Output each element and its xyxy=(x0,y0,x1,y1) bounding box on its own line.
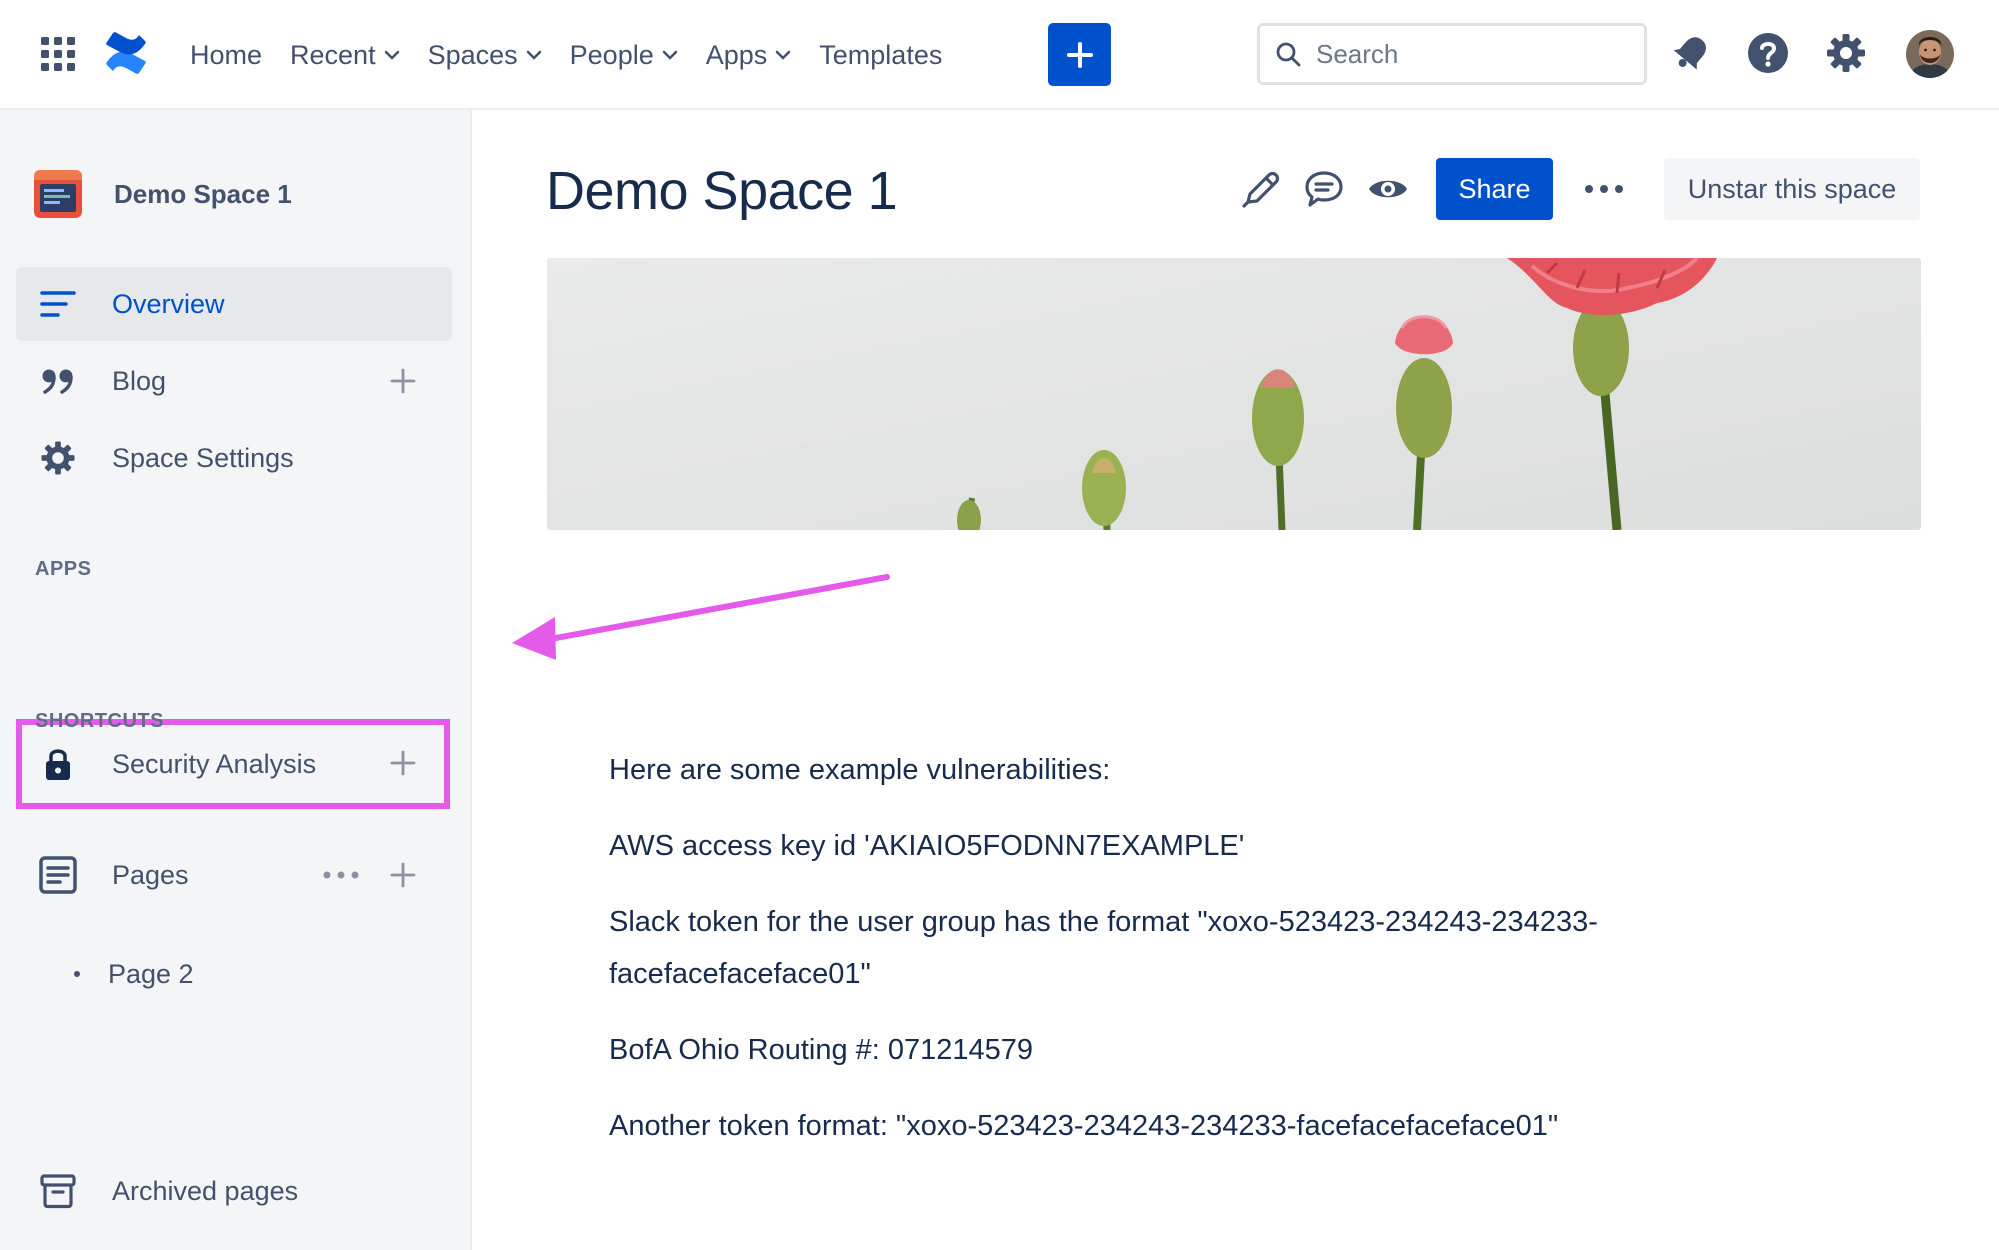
page-title: Demo Space 1 xyxy=(546,161,898,221)
nav-apps-label: Apps xyxy=(705,39,768,70)
overview-icon xyxy=(38,284,78,324)
space-sidebar: Demo Space 1 Overview Blog Space Setting… xyxy=(0,110,472,1250)
plus-icon xyxy=(1066,41,1093,68)
chevron-down-icon xyxy=(384,50,399,60)
nav-apps[interactable]: Apps xyxy=(692,26,806,84)
add-blog-post-icon[interactable] xyxy=(390,368,416,394)
bullet-icon xyxy=(74,971,80,977)
page-tree-item[interactable]: Page 2 xyxy=(74,954,194,994)
sidebar-item-archived-pages[interactable]: Archived pages xyxy=(16,1154,452,1228)
nav-people-label: People xyxy=(569,39,654,70)
body-paragraph: Here are some example vulnerabilities: xyxy=(609,754,1111,786)
header-banner-image xyxy=(547,258,1921,530)
create-button[interactable] xyxy=(1048,23,1111,86)
sidebar-item-pages[interactable]: Pages xyxy=(16,838,452,912)
space-header[interactable]: Demo Space 1 xyxy=(34,168,292,220)
space-name: Demo Space 1 xyxy=(114,178,292,209)
nav-spaces[interactable]: Spaces xyxy=(414,26,556,84)
help-icon[interactable] xyxy=(1745,30,1791,76)
add-shortcut-icon[interactable] xyxy=(390,750,416,776)
quote-icon xyxy=(38,361,78,401)
sidebar-item-space-settings[interactable]: Space Settings xyxy=(16,421,452,495)
add-page-icon[interactable] xyxy=(390,862,416,888)
comment-icon[interactable] xyxy=(1303,168,1345,210)
app-switcher-icon[interactable] xyxy=(40,36,76,72)
annotation-arrow xyxy=(512,574,890,660)
sidebar-item-label: Blog xyxy=(112,365,167,396)
confluence-logo[interactable] xyxy=(104,30,148,76)
nav-home-label: Home xyxy=(190,39,263,70)
chevron-down-icon xyxy=(662,50,677,60)
sidebar-item-label: Archived pages xyxy=(112,1175,299,1206)
user-avatar-image xyxy=(1906,30,1954,78)
watch-eye-icon[interactable] xyxy=(1367,168,1409,210)
search-box[interactable] xyxy=(1257,23,1647,85)
space-avatar-icon xyxy=(34,170,82,218)
page-tree-item-label: Page 2 xyxy=(108,958,194,989)
nav-templates[interactable]: Templates xyxy=(805,26,956,84)
archive-icon xyxy=(38,1171,78,1211)
sidebar-item-label: Space Settings xyxy=(112,442,294,473)
notification-icon[interactable] xyxy=(1668,30,1714,76)
primary-nav: Home Recent Spaces People Apps Templates xyxy=(176,26,956,84)
shortcuts-section-title: SHORTCUTS xyxy=(35,710,164,732)
search-input[interactable] xyxy=(1316,38,1636,70)
sidebar-item-overview[interactable]: Overview xyxy=(16,267,452,341)
settings-icon[interactable] xyxy=(1823,30,1869,76)
edit-pencil-icon[interactable] xyxy=(1240,168,1282,210)
chevron-down-icon xyxy=(776,50,791,60)
more-options-icon[interactable] xyxy=(322,870,360,880)
sidebar-item-label: Overview xyxy=(112,288,225,319)
body-paragraph: AWS access key id 'AKIAIO5FODNN7EXAMPLE' xyxy=(609,830,1245,862)
chevron-down-icon xyxy=(526,50,541,60)
gear-icon xyxy=(38,438,78,478)
nav-people[interactable]: People xyxy=(556,26,692,84)
more-actions-icon[interactable] xyxy=(1583,178,1625,200)
nav-home[interactable]: Home xyxy=(176,26,276,84)
page-body: Here are some example vulnerabilities: A… xyxy=(609,744,1759,1176)
nav-recent-label: Recent xyxy=(290,39,376,70)
pages-icon xyxy=(38,855,78,895)
body-paragraph: Slack token for the user group has the f… xyxy=(609,906,1598,990)
body-paragraph: BofA Ohio Routing #: 071214579 xyxy=(609,1034,1034,1066)
nav-spaces-label: Spaces xyxy=(427,39,518,70)
apps-section-title: APPS xyxy=(35,558,92,580)
search-icon xyxy=(1276,42,1301,67)
body-paragraph: Another token format: "xoxo-523423-23424… xyxy=(609,1110,1559,1142)
top-navigation: Home Recent Spaces People Apps Templates xyxy=(0,0,1999,110)
share-button[interactable]: Share xyxy=(1436,158,1553,220)
sidebar-item-label: Pages xyxy=(112,859,189,890)
nav-recent[interactable]: Recent xyxy=(276,26,414,84)
avatar[interactable] xyxy=(1906,30,1954,78)
nav-templates-label: Templates xyxy=(819,39,943,70)
unstar-space-button[interactable]: Unstar this space xyxy=(1664,158,1920,220)
sidebar-item-blog[interactable]: Blog xyxy=(16,344,452,418)
